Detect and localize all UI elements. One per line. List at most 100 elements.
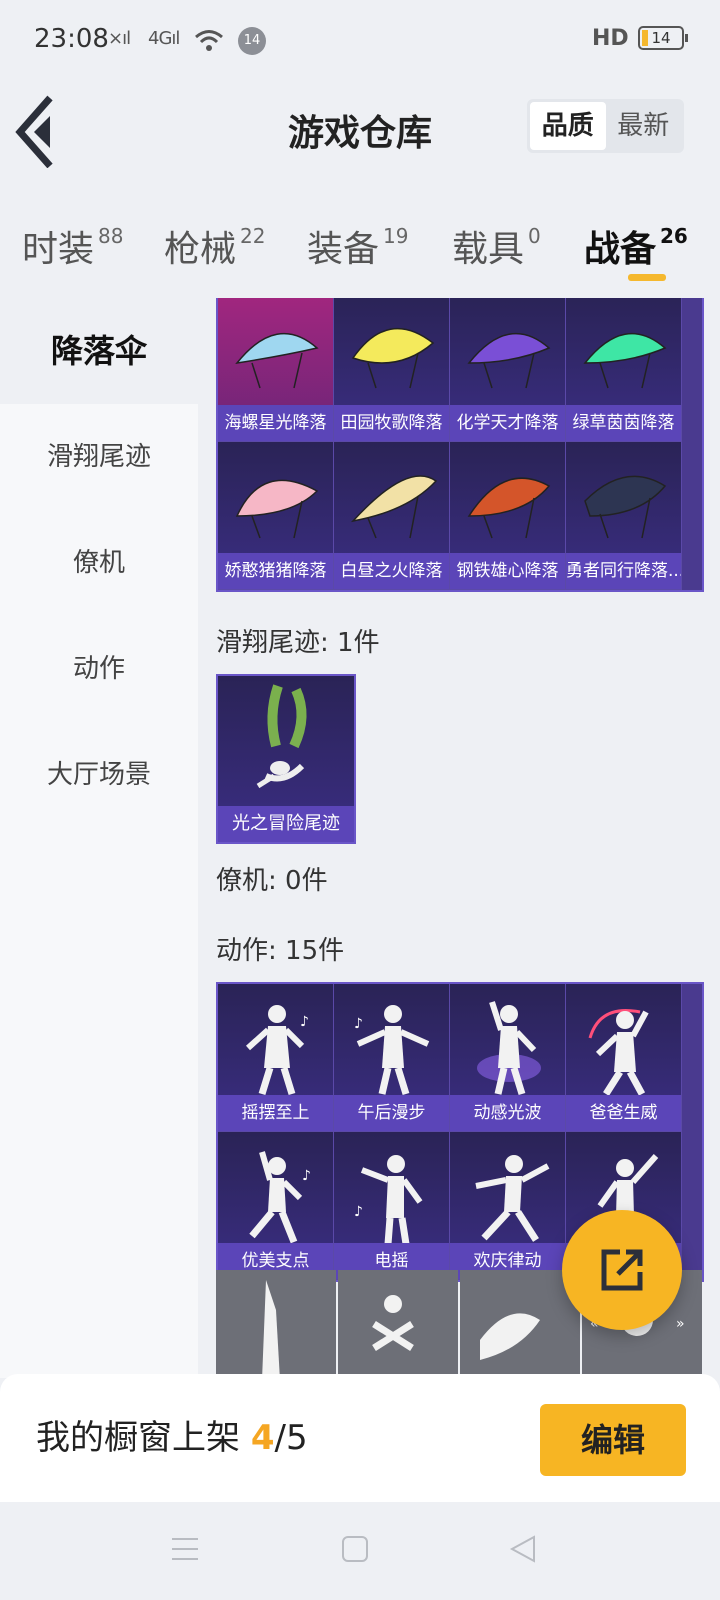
item-name: 动感光波 [450, 1095, 565, 1131]
sidebar: 降落伞 滑翔尾迹 僚机 动作 大厅场景 [0, 298, 198, 1378]
tab-weapons[interactable]: 枪械 22 [164, 220, 265, 272]
item-card[interactable]: ♪ 摇摆至上 [218, 984, 334, 1132]
sidebar-item-parachute[interactable]: 降落伞 [0, 298, 198, 404]
showcase-text: 我的橱窗上架 [36, 1418, 251, 1458]
status-time: 23:08 [34, 24, 109, 54]
showcase-count-current: 4 [250, 1418, 275, 1458]
tab-label: 枪械 [164, 229, 237, 270]
tab-count: 88 [98, 224, 124, 248]
dancer-icon [372, 1295, 414, 1351]
sidebar-item-lobby-scene[interactable]: 大厅场景 [0, 722, 198, 828]
sidebar-item-glide-trail[interactable]: 滑翔尾迹 [0, 404, 198, 510]
4g-signal-icon: 4Gıl [148, 28, 180, 49]
item-name: 田园牧歌降落 [334, 405, 449, 441]
item-card[interactable]: ♪ 优美支点 [218, 1132, 334, 1280]
svg-text:»: » [676, 1316, 685, 1332]
dancer-icon: ♪ [249, 1151, 311, 1244]
tab-count: 0 [528, 224, 541, 248]
wifi-icon [195, 30, 223, 51]
showcase-count-total: /5 [274, 1418, 308, 1458]
notification-badge: 14 [238, 27, 266, 55]
svg-text:♪: ♪ [354, 1204, 363, 1220]
system-nav-bar [0, 1502, 720, 1600]
item-card[interactable]: 白昼之火降落 [334, 442, 450, 590]
tab-count: 26 [660, 224, 688, 248]
item-card[interactable]: 田园牧歌降落 [334, 298, 450, 442]
item-card[interactable]: 光之冒险尾迹 [216, 674, 356, 844]
svg-text:♪: ♪ [302, 1168, 311, 1184]
dancer-icon: ♪ [354, 1005, 430, 1096]
item-name: 娇憨猪猪降落 [218, 553, 333, 589]
item-card[interactable]: 海螺星光降落 [218, 298, 334, 442]
item-card[interactable]: 化学天才降落 [450, 298, 566, 442]
battery-icon: 14 [638, 26, 688, 50]
active-tab-indicator [628, 274, 666, 281]
parachute-icon [351, 327, 435, 389]
dancer-icon: ♪ [354, 1155, 423, 1245]
parachute-icon [467, 332, 551, 389]
parachute-grid: 海螺星光降落 田园牧歌降落 化学天才降落 绿草茵茵降落 娇憨猪猪降落 白昼之火降… [216, 298, 704, 592]
item-name: 午后漫步 [334, 1095, 449, 1131]
parachute-icon [584, 475, 667, 539]
item-card[interactable]: 爸爸生威 [566, 984, 682, 1132]
tab-label: 载具 [452, 229, 525, 270]
back-nav-icon[interactable] [508, 1534, 538, 1564]
item-card[interactable] [460, 1270, 580, 1378]
hd-indicator: HD [592, 26, 629, 51]
section-label-emote: 动作: 15件 [216, 936, 345, 966]
item-card[interactable]: 娇憨猪猪降落 [218, 442, 334, 590]
menu-icon[interactable] [170, 1534, 200, 1564]
tab-fashion[interactable]: 时装 88 [22, 220, 123, 272]
item-card[interactable] [216, 1270, 336, 1378]
item-name: 光之冒险尾迹 [218, 806, 354, 842]
category-tabs: 时装 88 枪械 22 装备 19 载具 0 战备 26 [0, 176, 720, 298]
parachute-icon [583, 332, 667, 389]
item-name: 海螺星光降落 [218, 405, 333, 441]
dancer-icon [475, 1155, 550, 1242]
sidebar-item-emote[interactable]: 动作 [0, 616, 198, 722]
svg-text:♪: ♪ [354, 1016, 363, 1032]
dancer-icon [588, 1009, 649, 1096]
item-card[interactable]: 绿草茵茵降落 [566, 298, 682, 442]
sort-quality-button[interactable]: 品质 [530, 102, 606, 150]
tab-label: 时装 [22, 229, 95, 270]
share-icon [601, 1249, 643, 1291]
tab-count: 22 [240, 224, 266, 248]
tab-battle-prep[interactable]: 战备 26 [584, 220, 688, 272]
status-bar: 23:08 ×ıl 4Gıl 14 HD 14 [0, 0, 720, 80]
edit-button[interactable]: 编辑 [540, 1404, 686, 1476]
item-card[interactable]: 欢庆律动 [450, 1132, 566, 1280]
home-icon[interactable] [340, 1534, 370, 1564]
dancer-icon [262, 1280, 280, 1378]
svg-text:♪: ♪ [300, 1014, 309, 1030]
sidebar-item-wingman[interactable]: 僚机 [0, 510, 198, 616]
parachute-icon [235, 479, 319, 539]
parachute-icon [467, 477, 551, 539]
dancer-icon: ♪ [245, 1005, 309, 1096]
tab-label: 战备 [584, 229, 657, 270]
item-name: 钢铁雄心降落 [450, 553, 565, 589]
tab-equipment[interactable]: 装备 19 [307, 220, 408, 272]
showcase-label: 我的橱窗上架 4/5 [36, 1410, 308, 1459]
share-button[interactable] [562, 1210, 682, 1330]
page-header: 游戏仓库 品质 最新 [0, 80, 720, 176]
tab-vehicles[interactable]: 载具 0 [452, 220, 541, 272]
tab-count: 19 [383, 224, 409, 248]
parachute-icon [235, 332, 319, 389]
glide-trail-icon [256, 684, 307, 789]
item-name: 化学天才降落 [450, 405, 565, 441]
item-card[interactable] [338, 1270, 458, 1378]
item-card[interactable]: 钢铁雄心降落 [450, 442, 566, 590]
item-name: 爸爸生威 [566, 1095, 681, 1131]
parachute-icon [350, 475, 438, 539]
sort-latest-button[interactable]: 最新 [606, 102, 682, 150]
item-card[interactable]: ♪ 电摇 [334, 1132, 450, 1280]
item-name: 绿草茵茵降落 [566, 405, 681, 441]
item-name: 勇者同行降落... [566, 553, 681, 589]
clapping-hands-icon [480, 1313, 540, 1360]
item-card[interactable]: 勇者同行降落... [566, 442, 682, 590]
tab-label: 装备 [307, 229, 380, 270]
section-label-glide-trail: 滑翔尾迹: 1件 [216, 628, 380, 658]
item-card[interactable]: 动感光波 [450, 984, 566, 1132]
item-card[interactable]: ♪ 午后漫步 [334, 984, 450, 1132]
